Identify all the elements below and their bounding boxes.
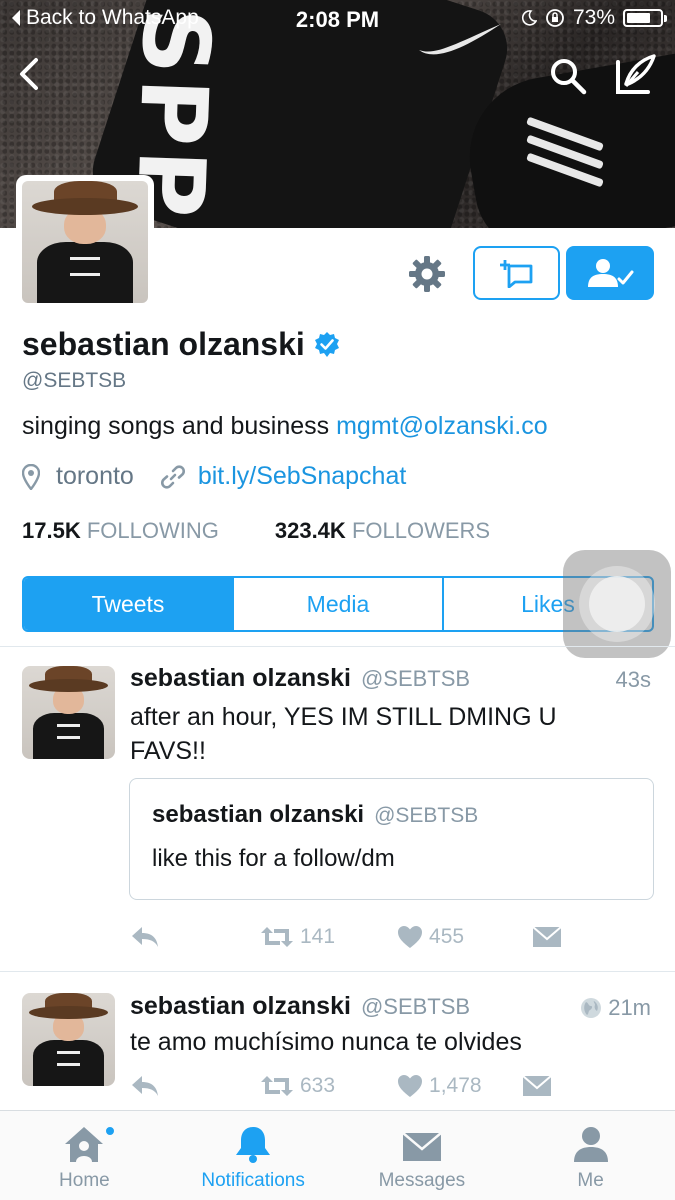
bottom-tab-bar: Home Notifications Messages Me xyxy=(0,1110,675,1200)
tab-bar-me[interactable]: Me xyxy=(506,1111,675,1200)
globe-icon xyxy=(581,998,602,1018)
tweet-header: sebastian olzanski @SEBTSB xyxy=(130,664,470,693)
status-right: 73% xyxy=(521,6,667,30)
retweet-icon xyxy=(261,1076,293,1096)
divider xyxy=(0,971,675,972)
search-icon[interactable] xyxy=(548,56,588,96)
tweet-time: 43s xyxy=(616,667,651,693)
following-count[interactable]: 17.5K FOLLOWING xyxy=(22,518,219,544)
link-icon xyxy=(160,464,185,489)
quoted-tweet[interactable]: sebastian olzanski @SEBTSB like this for… xyxy=(129,778,654,900)
followers-label: FOLLOWERS xyxy=(351,518,491,543)
bell-icon xyxy=(236,1127,271,1163)
following-button[interactable] xyxy=(566,246,654,300)
profile-bio: singing songs and business mgmt@olzanski… xyxy=(22,412,548,441)
like-count: 455 xyxy=(429,925,465,948)
heart-icon xyxy=(398,1075,423,1097)
add-to-list-icon xyxy=(499,260,532,288)
profile-name-text: sebastian olzanski xyxy=(22,326,305,362)
verified-icon xyxy=(314,331,339,357)
tweet-avatar[interactable] xyxy=(22,666,115,759)
profile-handle: @SEBTSB xyxy=(22,369,127,392)
retweet-icon xyxy=(261,927,293,947)
tweet-header: sebastian olzanski @SEBTSB xyxy=(130,992,470,1021)
following-number: 17.5K xyxy=(22,518,81,543)
profile-tabs: Tweets Media Likes xyxy=(22,576,654,632)
gear-icon[interactable] xyxy=(407,254,447,294)
home-unread-dot xyxy=(104,1125,116,1137)
tab-bar-notifications[interactable]: Notifications xyxy=(169,1111,338,1200)
tweet-time-text: 43s xyxy=(615,667,651,692)
tab-media[interactable]: Media xyxy=(234,578,444,630)
tab-bar-home-label: Home xyxy=(59,1170,110,1191)
person-icon xyxy=(573,1127,608,1162)
heart-icon xyxy=(398,926,423,948)
tab-bar-me-label: Me xyxy=(577,1170,604,1191)
profile-avatar[interactable] xyxy=(16,175,154,309)
compose-icon[interactable] xyxy=(612,52,658,98)
tweet-avatar-photo xyxy=(22,666,115,759)
tweet-author-name[interactable]: sebastian olzanski xyxy=(130,664,351,693)
tweet-avatar[interactable] xyxy=(22,993,115,1086)
profile-website-link[interactable]: bit.ly/SebSnapchat xyxy=(198,462,406,491)
reply-icon[interactable] xyxy=(130,924,160,950)
followers-count[interactable]: 323.4K FOLLOWERS xyxy=(275,518,490,544)
rotation-lock-icon xyxy=(546,9,564,27)
back-arrow-icon[interactable] xyxy=(12,54,52,94)
reply-icon[interactable] xyxy=(130,1073,160,1099)
battery-icon xyxy=(623,9,667,27)
tweet-time: 21m xyxy=(580,995,651,1021)
profile-location: toronto xyxy=(56,462,134,490)
envelope-icon xyxy=(402,1132,442,1161)
dm-icon[interactable] xyxy=(532,925,562,949)
moon-icon xyxy=(521,10,537,26)
tweet-text: te amo muchísimo nunca te olvides xyxy=(130,1028,522,1056)
banner-stripes xyxy=(525,116,605,190)
battery-percent: 73% xyxy=(572,6,615,29)
tab-bar-messages[interactable]: Messages xyxy=(338,1111,507,1200)
tweet-actions: 141 455 xyxy=(130,924,562,950)
like-action[interactable]: 1,478 xyxy=(397,1074,482,1098)
quoted-author-handle: @SEBTSB xyxy=(374,804,479,827)
tab-bar-notifications-label: Notifications xyxy=(201,1170,305,1191)
divider xyxy=(0,646,675,647)
status-bar: Back to WhatsApp 2:08 PM 73% xyxy=(0,0,675,38)
retweet-action[interactable]: 633 xyxy=(260,1074,335,1098)
profile-counts: 17.5K FOLLOWING 323.4K FOLLOWERS xyxy=(22,518,490,544)
avatar-photo xyxy=(22,181,148,303)
following-icon xyxy=(588,259,634,287)
dm-icon[interactable] xyxy=(521,1074,552,1098)
tweet-author-handle: @SEBTSB xyxy=(360,994,471,1019)
like-count: 1,478 xyxy=(429,1074,482,1097)
assistive-touch-button[interactable] xyxy=(563,550,671,658)
quoted-tweet-text: like this for a follow/dm xyxy=(152,845,395,872)
retweet-count: 141 xyxy=(300,925,336,948)
profile-name: sebastian olzanski xyxy=(22,326,341,363)
add-to-list-button[interactable] xyxy=(473,246,560,300)
bio-email-link[interactable]: mgmt@olzanski.co xyxy=(336,412,548,440)
tweet-author-handle: @SEBTSB xyxy=(360,666,471,691)
quoted-author-name: sebastian olzanski xyxy=(152,801,365,828)
retweet-count: 633 xyxy=(300,1074,336,1097)
tweet-author-name[interactable]: sebastian olzanski xyxy=(130,992,351,1021)
tweet-text: after an hour, YES IM STILL DMING U FAVS… xyxy=(130,703,557,765)
retweet-action[interactable]: 141 xyxy=(260,925,335,949)
following-label: FOLLOWING xyxy=(86,518,219,543)
like-action[interactable]: 455 xyxy=(397,925,464,949)
followers-number: 323.4K xyxy=(274,518,346,543)
tweet-actions: 633 1,478 xyxy=(130,1073,552,1099)
tweet-time-text: 21m xyxy=(608,995,651,1020)
tab-bar-messages-label: Messages xyxy=(378,1170,466,1191)
bio-text: singing songs and business xyxy=(22,412,337,440)
tab-bar-home[interactable]: Home xyxy=(0,1111,169,1200)
home-icon xyxy=(65,1127,104,1162)
tweet-avatar-photo xyxy=(22,993,115,1086)
profile-meta: toronto bit.ly/SebSnapchat xyxy=(22,462,406,491)
tab-tweets[interactable]: Tweets xyxy=(24,578,234,630)
quoted-tweet-header: sebastian olzanski @SEBTSB xyxy=(152,801,478,829)
location-icon xyxy=(22,463,40,490)
